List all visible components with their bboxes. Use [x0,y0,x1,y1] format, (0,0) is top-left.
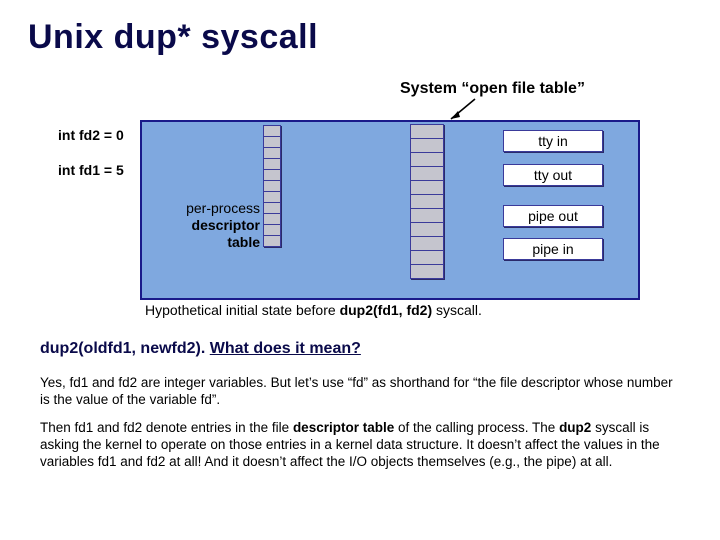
oft-slot [410,236,444,251]
para2-a: Then fd1 and fd2 denote entries in the f… [40,420,293,435]
slide: Unix dup* syscall System “open file tabl… [0,0,720,540]
oft-slot [410,166,444,181]
fd1-var-label: int fd1 = 5 [58,162,124,178]
question-signature: dup2(oldfd1, newfd2). [40,340,210,357]
paragraph-2: Then fd1 and fd2 denote entries in the f… [40,420,680,471]
caption-pre: Hypothetical initial state before [145,302,340,318]
ppdt-line-3: table [160,234,260,251]
oft-slot [410,138,444,153]
caption-call: dup2(fd1, fd2) [340,302,433,318]
para2-b: descriptor table [293,420,394,435]
oft-slot [410,152,444,167]
diagram-caption: Hypothetical initial state before dup2(f… [145,302,482,318]
oft-slot [410,124,444,139]
oft-slot [410,194,444,209]
io-object-pipe-out: pipe out [503,205,603,227]
ppdt-line-2: descriptor [160,217,260,234]
per-process-descriptor-table [263,125,281,246]
ppdt-line-1: per-process [160,200,260,217]
io-object-tty-in: tty in [503,130,603,152]
paragraph-1: Yes, fd1 and fd2 are integer variables. … [40,375,680,409]
caption-post: syscall. [432,302,482,318]
oft-slot [410,250,444,265]
para2-c: of the calling process. The [394,420,559,435]
oft-slot [410,264,444,279]
io-object-pipe-in: pipe in [503,238,603,260]
per-process-descriptor-table-label: per-process descriptor table [160,200,260,250]
question-text: What does it mean? [210,340,361,357]
open-file-table [410,124,444,278]
oft-slot [410,180,444,195]
open-file-table-label: System “open file table” [400,80,585,98]
fd-slot [263,235,281,247]
question-line: dup2(oldfd1, newfd2). What does it mean? [40,340,361,358]
io-object-tty-out: tty out [503,164,603,186]
fd2-var-label: int fd2 = 0 [58,127,124,143]
para2-d: dup2 [559,420,591,435]
oft-slot [410,208,444,223]
oft-slot [410,222,444,237]
slide-title: Unix dup* syscall [28,18,318,57]
